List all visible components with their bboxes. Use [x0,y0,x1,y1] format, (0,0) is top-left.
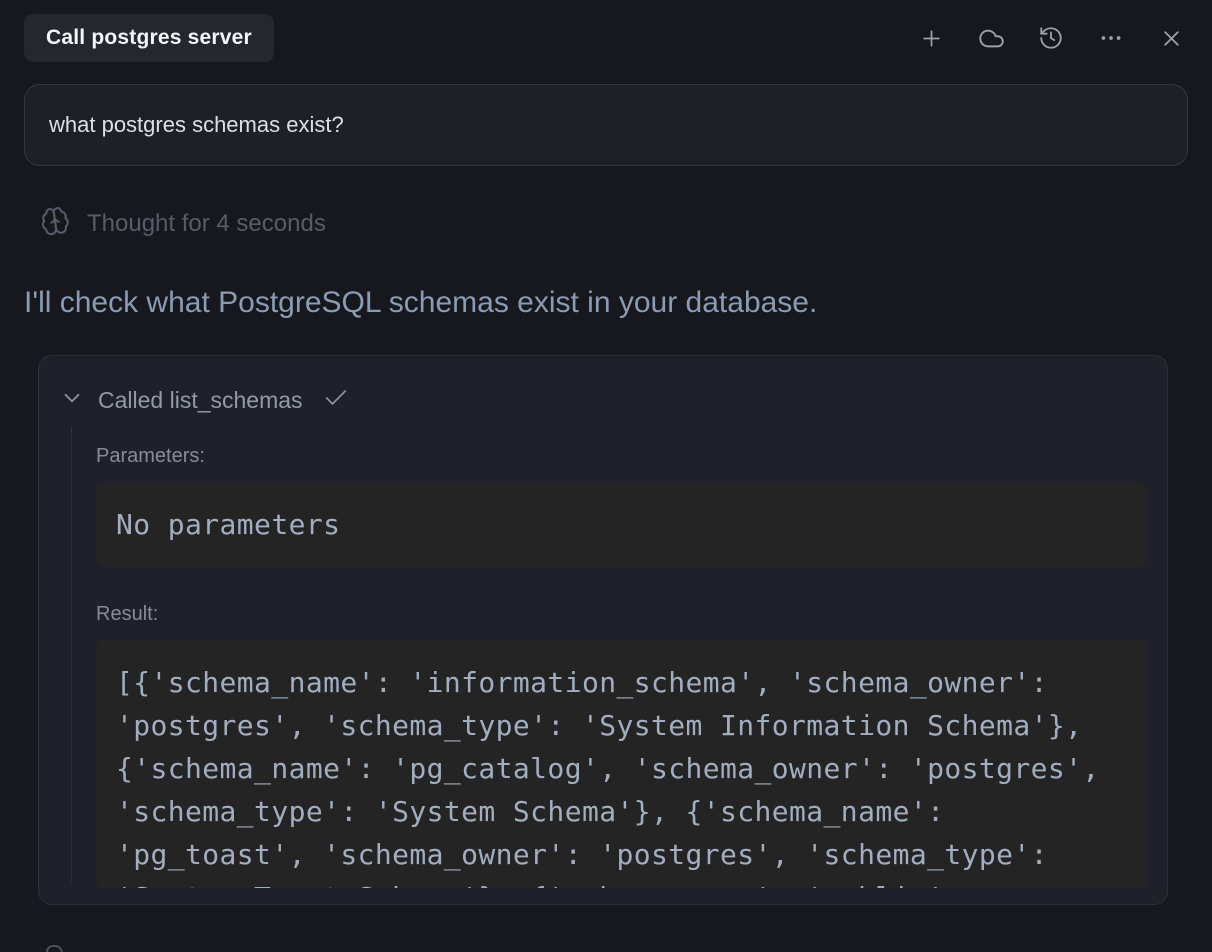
close-button[interactable] [1158,25,1184,51]
cloud-sync-button[interactable] [978,25,1004,51]
chevron-down-icon [59,385,85,416]
thought-label: Thought for 4 seconds [87,210,326,238]
tool-call-card: Called list_schemas Parameters: No param… [38,355,1168,905]
user-prompt-box[interactable]: what postgres schemas exist? [24,84,1188,166]
thought-summary[interactable]: Thought for 4 seconds [40,206,1188,241]
tool-call-body: Parameters: No parameters Result: [{'sch… [39,445,1167,904]
result-line: 'System Toast Schema'}, {'schema_name': … [116,876,1127,888]
history-icon [1038,25,1064,51]
clipped-next-content [46,945,63,952]
collapse-guide-line [71,428,72,882]
result-line: 'pg_toast', 'schema_owner': 'postgres', … [116,833,1127,876]
top-bar: Call postgres server [24,0,1188,62]
window-actions [918,14,1188,62]
ellipsis-icon [1098,25,1124,51]
tool-call-title: Called list_schemas [98,387,303,414]
history-button[interactable] [1038,25,1064,51]
user-prompt-text: what postgres schemas exist? [49,112,344,138]
result-line: {'schema_name': 'pg_catalog', 'schema_ow… [116,747,1127,790]
result-code-block[interactable]: [{'schema_name': 'information_schema', '… [96,640,1147,888]
brain-icon [40,206,70,241]
result-line: 'schema_type': 'System Schema'}, {'schem… [116,790,1127,833]
conversation-title[interactable]: Call postgres server [24,14,274,62]
new-chat-button[interactable] [918,25,944,51]
parameters-label: Parameters: [96,445,1147,468]
result-line: [{'schema_name': 'information_schema', '… [116,661,1127,704]
chat-window: Call postgres server [0,0,1212,952]
result-label: Result: [96,603,1147,626]
more-options-button[interactable] [1098,25,1124,51]
plus-icon [919,26,944,51]
tool-call-header[interactable]: Called list_schemas [39,356,1167,417]
result-line: 'postgres', 'schema_type': 'System Infor… [116,704,1127,747]
close-icon [1159,26,1184,51]
assistant-message: I'll check what PostgreSQL schemas exist… [24,283,1188,323]
cloud-icon [978,25,1005,52]
parameters-value: No parameters [116,503,1127,546]
success-check-icon [322,384,350,417]
parameters-code-block: No parameters [96,482,1147,567]
